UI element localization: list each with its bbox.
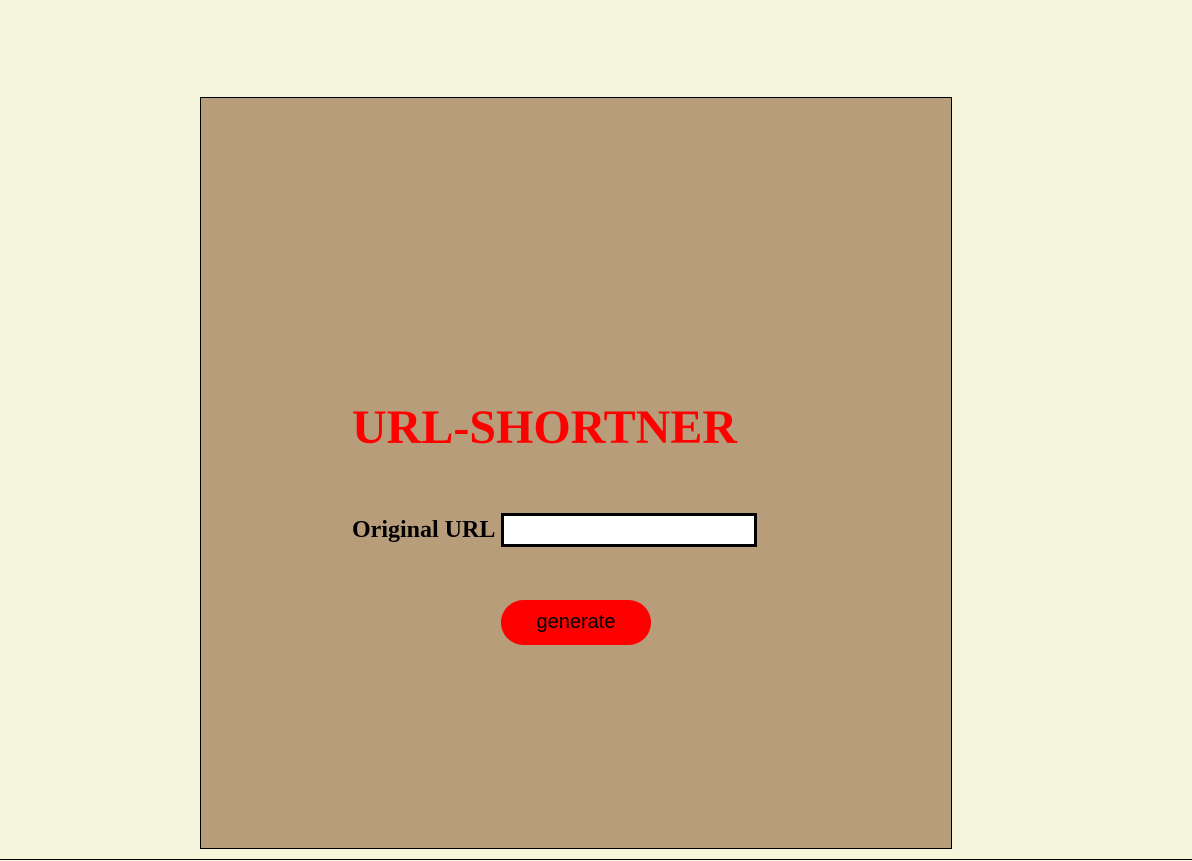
shortener-card: URL-SHORTNER Original URL generate bbox=[200, 97, 952, 849]
original-url-label: Original URL bbox=[352, 516, 496, 543]
original-url-input[interactable] bbox=[501, 513, 758, 547]
page-title: URL-SHORTNER bbox=[352, 401, 738, 454]
original-url-row: Original URL bbox=[352, 512, 758, 548]
generate-button[interactable]: generate bbox=[501, 600, 651, 645]
page-bottom-divider bbox=[0, 859, 1192, 860]
